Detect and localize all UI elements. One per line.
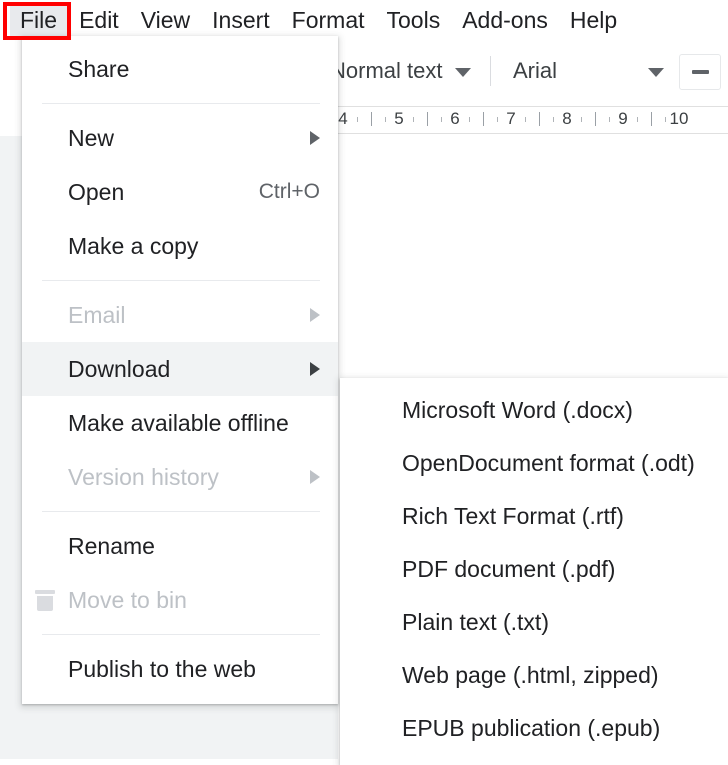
menubar-item-format[interactable]: Format [282,4,375,37]
chevron-down-icon[interactable] [455,68,471,77]
menu-item-make-available-offline[interactable]: Make available offline [22,396,338,450]
menu-item-label: Rename [68,532,155,559]
submenu-item-label: Web page (.html, zipped) [402,662,659,688]
menu-separator [42,511,320,512]
submenu-arrow-icon [310,308,320,322]
submenu-item-opendocument-format-odt[interactable]: OpenDocument format (.odt) [340,437,728,490]
menu-item-move-to-bin: Move to bin [22,573,338,627]
ruler-tick [609,117,610,122]
ruler-tick [539,112,540,126]
submenu-item-label: Rich Text Format (.rtf) [402,503,624,529]
menu-separator [42,103,320,104]
toolbar-divider [490,56,491,86]
ruler-tick [553,117,554,122]
menu-item-label: Version history [68,463,219,490]
menubar-item-file[interactable]: File [10,4,68,38]
submenu-item-pdf-document-pdf[interactable]: PDF document (.pdf) [340,543,728,596]
ruler-tick [371,112,372,126]
menu-item-label: Open [68,178,125,205]
submenu-item-plain-text-txt[interactable]: Plain text (.txt) [340,596,728,649]
ruler-number: 8 [562,109,572,128]
submenu-item-label: Microsoft Word (.docx) [402,397,633,423]
menu-item-label: New [68,124,115,151]
menu-item-label: Make a copy [68,232,199,259]
menu-item-open[interactable]: Open Ctrl+O [22,165,338,219]
ruler-tick [385,117,386,122]
ruler-tick [413,117,414,122]
menu-item-label: Download [68,355,171,382]
minus-icon [691,70,709,74]
menu-item-new[interactable]: New [22,111,338,165]
menu-item-publish-to-the-web[interactable]: Publish to the web [22,642,338,696]
menubar-item-insert[interactable]: Insert [202,4,280,37]
ruler-number: 10 [669,109,689,128]
menu-item-label: Make available offline [68,409,289,436]
ruler-tick [651,112,652,126]
menubar-item-add-ons[interactable]: Add-ons [452,4,558,37]
ruler-top-line [338,106,728,107]
submenu-item-label: EPUB publication (.epub) [402,715,661,741]
menubar-item-help[interactable]: Help [560,4,627,37]
submenu-item-label: PDF document (.pdf) [402,556,616,582]
menubar-item-edit[interactable]: Edit [69,4,129,37]
font-family-dropdown-value[interactable]: Arial [513,58,557,84]
submenu-item-label: OpenDocument format (.odt) [402,450,695,476]
menu-item-label: Move to bin [68,586,187,613]
ruler-bottom-line [338,133,728,134]
ruler-tick [357,117,358,122]
submenu-item-epub-publication-epub[interactable]: EPUB publication (.epub) [340,702,728,755]
paragraph-style-dropdown-value[interactable]: Normal text [330,58,442,84]
file-dropdown-menu: Share New Open Ctrl+O Make a copy Email Downlo… [22,36,338,704]
menu-item-share[interactable]: Share [22,42,338,96]
ruler-tick [665,117,666,122]
submenu-item-microsoft-word-docx[interactable]: Microsoft Word (.docx) [340,384,728,437]
menubar-item-tools[interactable]: Tools [377,4,451,37]
ruler-tick [525,117,526,122]
menu-separator [42,280,320,281]
ruler-tick [483,112,484,126]
submenu-item-label: Plain text (.txt) [402,609,549,635]
menu-item-make-a-copy[interactable]: Make a copy [22,219,338,273]
submenu-arrow-icon [310,470,320,484]
ruler-tick [595,112,596,126]
menu-item-version-history: Version history [22,450,338,504]
chevron-down-icon[interactable] [648,68,664,77]
ruler-number: 5 [394,109,404,128]
menu-item-label: Publish to the web [68,655,256,682]
submenu-item-web-page-html-zipped[interactable]: Web page (.html, zipped) [340,649,728,702]
menu-item-label: Email [68,301,126,328]
download-submenu: Microsoft Word (.docx) OpenDocument forma… [340,378,728,765]
ruler-number: 6 [450,109,460,128]
trash-icon [34,588,56,612]
ruler-tick [427,112,428,126]
ruler-tick [581,117,582,122]
menubar-item-view[interactable]: View [131,4,200,37]
ruler-tick [469,117,470,122]
ruler-tick [497,117,498,122]
menu-item-rename[interactable]: Rename [22,519,338,573]
submenu-item-rich-text-format-rtf[interactable]: Rich Text Format (.rtf) [340,490,728,543]
menu-item-shortcut: Ctrl+O [258,180,320,203]
menu-item-label: Share [68,55,130,82]
decrease-font-size-button[interactable] [679,54,721,90]
ruler-number: 9 [618,109,628,128]
ruler-number: 4 [338,109,348,128]
ruler-tick [637,117,638,122]
menu-separator [42,634,320,635]
submenu-arrow-icon [310,131,320,145]
ruler-number: 7 [506,109,516,128]
ruler-tick [441,117,442,122]
menu-item-download[interactable]: Download [22,342,338,396]
menu-item-email: Email [22,288,338,342]
submenu-arrow-icon [310,362,320,376]
